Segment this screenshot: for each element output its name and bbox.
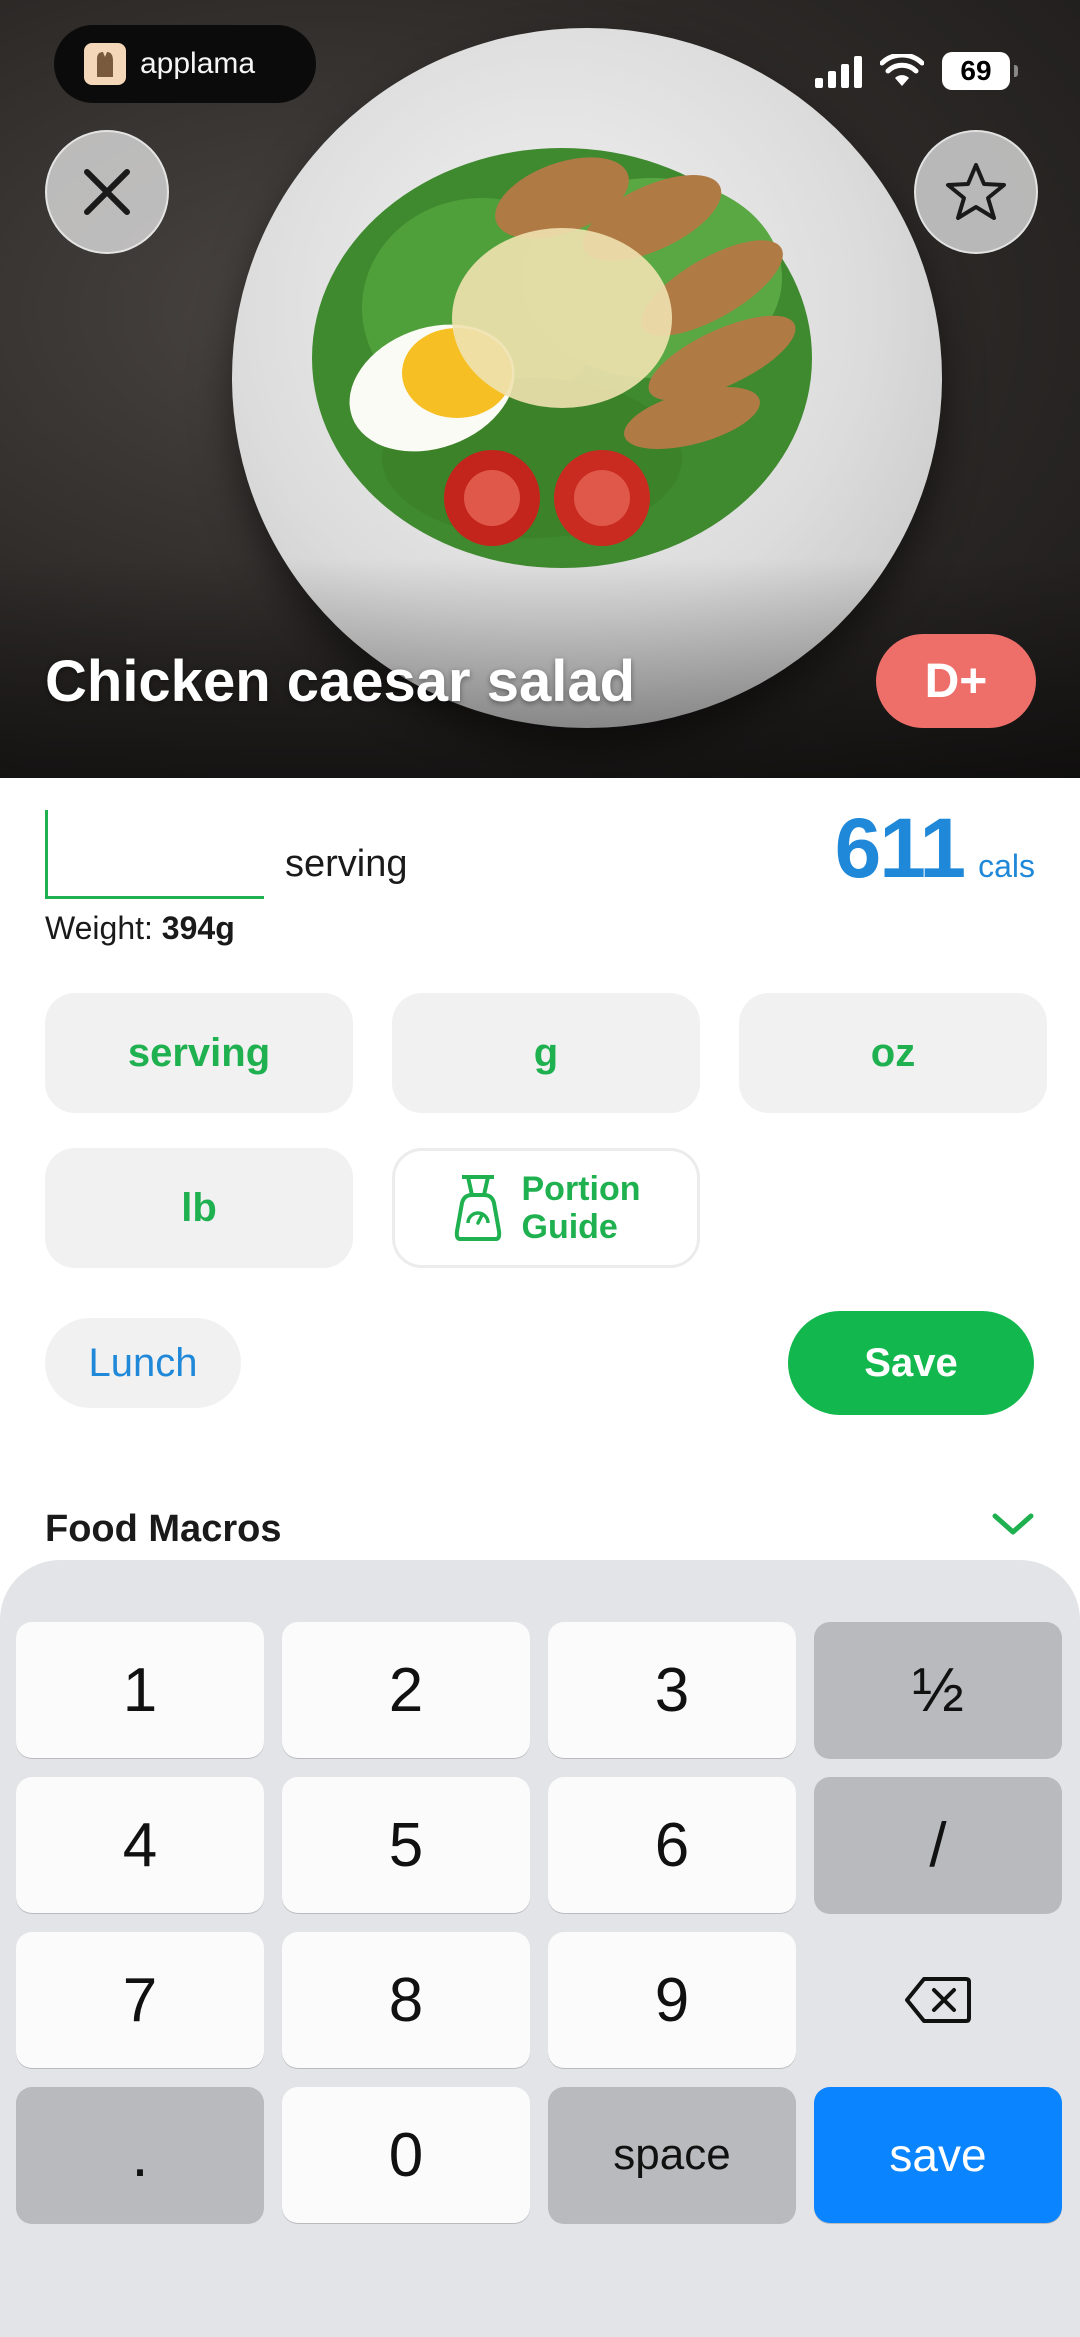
signal-icon: [815, 54, 862, 88]
calories-display: 611 cals: [835, 800, 1035, 897]
food-title: Chicken caesar salad: [45, 649, 636, 714]
weight-info: Weight: 394g: [45, 910, 235, 947]
keyboard-save-key[interactable]: save: [814, 2087, 1062, 2223]
llama-logo-icon: [84, 43, 126, 85]
key-decimal[interactable]: .: [16, 2087, 264, 2223]
weight-label: Weight:: [45, 910, 153, 946]
food-photo-header: applama 69 Chicken caesar salad D+: [0, 0, 1080, 778]
key-2[interactable]: 2: [282, 1622, 530, 1758]
key-space[interactable]: space: [548, 2087, 796, 2223]
portion-guide-label: Portion Guide: [521, 1170, 641, 1246]
key-4[interactable]: 4: [16, 1777, 264, 1913]
unit-serving-button[interactable]: serving: [45, 993, 353, 1113]
calories-value: 611: [834, 801, 967, 895]
close-icon: [84, 169, 130, 215]
wifi-icon: [880, 54, 924, 86]
unit-oz-button[interactable]: oz: [739, 993, 1047, 1113]
key-6[interactable]: 6: [548, 1777, 796, 1913]
brand-name: applama: [140, 47, 256, 80]
star-icon: [946, 163, 1006, 220]
numeric-keyboard: 1 2 3 ½ 4 5 6 / 7 8 9 . 0 space save: [0, 1560, 1080, 2337]
key-8[interactable]: 8: [282, 1932, 530, 2068]
food-macros-heading[interactable]: Food Macros: [45, 1508, 281, 1551]
meal-selector[interactable]: Lunch: [45, 1318, 241, 1408]
key-5[interactable]: 5: [282, 1777, 530, 1913]
key-3[interactable]: 3: [548, 1622, 796, 1758]
save-button[interactable]: Save: [788, 1311, 1034, 1415]
delete-icon: [905, 1977, 971, 2023]
close-button[interactable]: [45, 130, 169, 254]
key-7[interactable]: 7: [16, 1932, 264, 2068]
key-0[interactable]: 0: [282, 2087, 530, 2223]
unit-lb-button[interactable]: lb: [45, 1148, 353, 1268]
weight-value: 394g: [161, 910, 235, 946]
kitchen-scale-icon: [454, 1175, 501, 1241]
quantity-input[interactable]: [45, 810, 264, 899]
nutrition-grade-badge[interactable]: D+: [876, 634, 1036, 728]
key-9[interactable]: 9: [548, 1932, 796, 2068]
status-bar: 69: [815, 52, 1018, 90]
unit-g-button[interactable]: g: [392, 993, 700, 1113]
portion-guide-button[interactable]: Portion Guide: [392, 1148, 700, 1268]
selected-unit-label: serving: [285, 843, 408, 885]
applama-badge: applama: [54, 25, 316, 103]
favorite-button[interactable]: [914, 130, 1038, 254]
delete-key[interactable]: [814, 1932, 1062, 2068]
calories-unit: cals: [978, 848, 1035, 884]
chevron-down-icon[interactable]: [991, 1510, 1035, 1538]
key-1[interactable]: 1: [16, 1622, 264, 1758]
key-half[interactable]: ½: [814, 1622, 1062, 1758]
battery-indicator: 69: [942, 52, 1018, 90]
key-slash[interactable]: /: [814, 1777, 1062, 1913]
